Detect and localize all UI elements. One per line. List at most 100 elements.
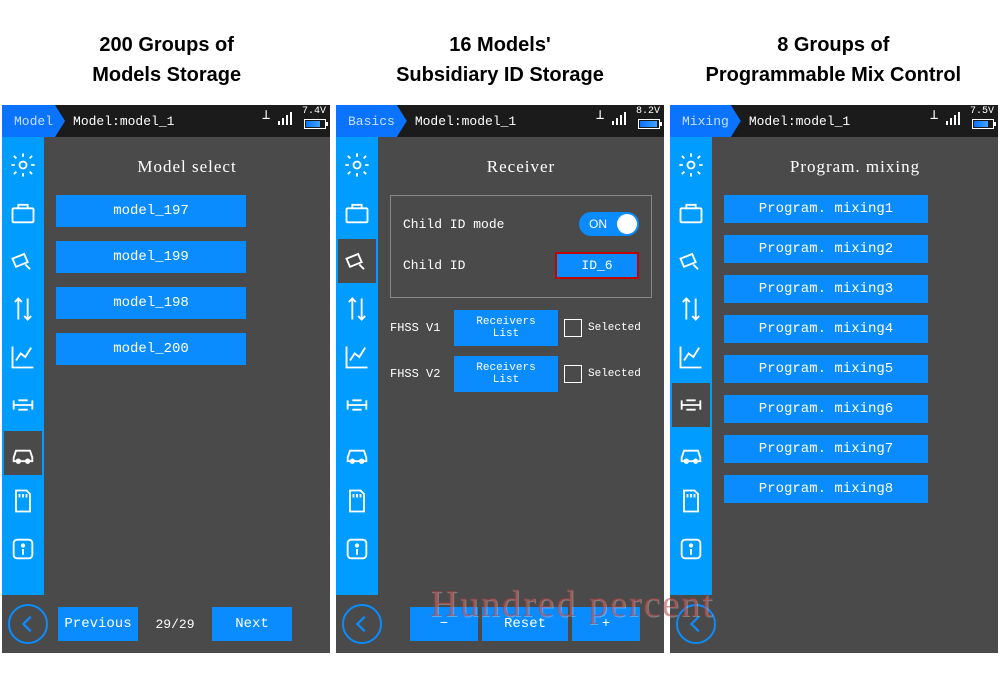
mixing-item-3[interactable]: Program. mixing3 [724, 275, 928, 303]
bottom-bar: Previous 29/29 Next [2, 595, 330, 653]
fhss-v1-receivers-button[interactable]: Receivers List [454, 310, 558, 346]
model-item-3[interactable]: model_198 [56, 287, 246, 319]
mixing-item-7[interactable]: Program. mixing7 [724, 435, 928, 463]
mixing-item-2[interactable]: Program. mixing2 [724, 235, 928, 263]
antenna-icon: ⟂ [596, 107, 606, 127]
info-icon[interactable] [672, 527, 710, 571]
sidebar [2, 137, 44, 653]
voltage-value: 8.2V [636, 106, 660, 117]
arrows-icon[interactable] [672, 287, 710, 331]
toolbox-icon[interactable] [338, 191, 376, 235]
model-item-4[interactable]: model_200 [56, 333, 246, 365]
arrows-icon[interactable] [338, 287, 376, 331]
battery-indicator: 8.2V [636, 107, 660, 133]
child-id-mode-label: Child ID mode [403, 217, 504, 232]
sdcard-icon[interactable] [338, 479, 376, 523]
info-icon[interactable] [338, 527, 376, 571]
bottom-bar: − Reset + [336, 595, 664, 653]
antenna-icon: ⟂ [930, 107, 940, 127]
screen-receiver: Basics Model:model_1 ⟂ 8.2V Re [336, 105, 664, 653]
content-area: Program. mixing Program. mixing1 Program… [712, 137, 998, 653]
title-1-line1: 200 Groups of [2, 30, 332, 60]
chassis-icon[interactable] [338, 383, 376, 427]
sdcard-icon[interactable] [672, 479, 710, 523]
reset-button[interactable]: Reset [482, 607, 568, 641]
voltage-value: 7.5V [970, 106, 994, 117]
fhss-v2-checkbox[interactable] [564, 365, 582, 383]
fhss-v2-receivers-button[interactable]: Receivers List [454, 356, 558, 392]
title-3-line2: Programmable Mix Control [668, 60, 998, 90]
fhss-v1-label: FHSS V1 [390, 321, 448, 335]
sidebar [670, 137, 712, 653]
car-icon[interactable] [4, 431, 42, 475]
breadcrumb[interactable]: Basics [336, 105, 407, 137]
model-label: Model:model_1 [73, 114, 174, 129]
page-indicator: 29/29 [148, 617, 202, 632]
plus-button[interactable]: + [572, 607, 640, 641]
voltage-value: 7.4V [302, 106, 326, 117]
screen-mixing: Mixing Model:model_1 ⟂ 7.5V Pr [670, 105, 998, 653]
model-label: Model:model_1 [415, 114, 516, 129]
title-2: 16 Models' Subsidiary ID Storage [335, 30, 665, 90]
next-button[interactable]: Next [212, 607, 292, 641]
content-area: Model select model_197 model_199 model_1… [44, 137, 330, 653]
battery-indicator: 7.5V [970, 107, 994, 133]
fhss-v2-selected-label: Selected [588, 368, 641, 380]
title-1-line2: Models Storage [2, 60, 332, 90]
minus-button[interactable]: − [410, 607, 478, 641]
previous-button[interactable]: Previous [58, 607, 138, 641]
sdcard-icon[interactable] [4, 479, 42, 523]
car-icon[interactable] [338, 431, 376, 475]
toolbox-icon[interactable] [4, 191, 42, 235]
top-bar: Basics Model:model_1 ⟂ 8.2V [336, 105, 664, 137]
antenna-icon: ⟂ [262, 107, 272, 127]
chart-icon[interactable] [4, 335, 42, 379]
breadcrumb[interactable]: Model [2, 105, 65, 137]
mixing-item-6[interactable]: Program. mixing6 [724, 395, 928, 423]
mixing-item-5[interactable]: Program. mixing5 [724, 355, 928, 383]
mixing-item-1[interactable]: Program. mixing1 [724, 195, 928, 223]
signal-icon [612, 111, 626, 125]
info-icon[interactable] [4, 527, 42, 571]
model-item-2[interactable]: model_199 [56, 241, 246, 273]
section-title: Program. mixing [724, 157, 986, 177]
back-button[interactable] [342, 604, 382, 644]
back-button[interactable] [8, 604, 48, 644]
mixing-item-8[interactable]: Program. mixing8 [724, 475, 928, 503]
arrows-icon[interactable] [4, 287, 42, 331]
sidebar [336, 137, 378, 653]
top-bar: Model Model:model_1 ⟂ 7.4V [2, 105, 330, 137]
chart-icon[interactable] [338, 335, 376, 379]
camera-icon[interactable] [672, 239, 710, 283]
bottom-bar [670, 595, 998, 653]
car-icon[interactable] [672, 431, 710, 475]
fhss-v1-checkbox[interactable] [564, 319, 582, 337]
chassis-icon[interactable] [672, 383, 710, 427]
child-id-mode-toggle[interactable]: ON [579, 212, 639, 236]
chart-icon[interactable] [672, 335, 710, 379]
breadcrumb[interactable]: Mixing [670, 105, 741, 137]
model-item-1[interactable]: model_197 [56, 195, 246, 227]
gear-icon[interactable] [4, 143, 42, 187]
content-area: Receiver Child ID mode ON Child ID ID_6 … [378, 137, 664, 653]
signal-icon [278, 111, 292, 125]
chassis-icon[interactable] [4, 383, 42, 427]
title-3: 8 Groups of Programmable Mix Control [668, 30, 998, 90]
title-2-line1: 16 Models' [335, 30, 665, 60]
fhss-v1-selected-label: Selected [588, 322, 641, 334]
toolbox-icon[interactable] [672, 191, 710, 235]
fhss-v1-row: FHSS V1 Receivers List Selected [390, 310, 652, 346]
top-bar: Mixing Model:model_1 ⟂ 7.5V [670, 105, 998, 137]
camera-icon[interactable] [4, 239, 42, 283]
section-title: Model select [56, 157, 318, 177]
child-id-label: Child ID [403, 258, 465, 273]
back-button[interactable] [676, 604, 716, 644]
model-label: Model:model_1 [749, 114, 850, 129]
child-id-value[interactable]: ID_6 [555, 252, 639, 279]
mixing-item-4[interactable]: Program. mixing4 [724, 315, 928, 343]
battery-indicator: 7.4V [302, 107, 326, 133]
gear-icon[interactable] [338, 143, 376, 187]
signal-icon [946, 111, 960, 125]
camera-icon[interactable] [338, 239, 376, 283]
gear-icon[interactable] [672, 143, 710, 187]
